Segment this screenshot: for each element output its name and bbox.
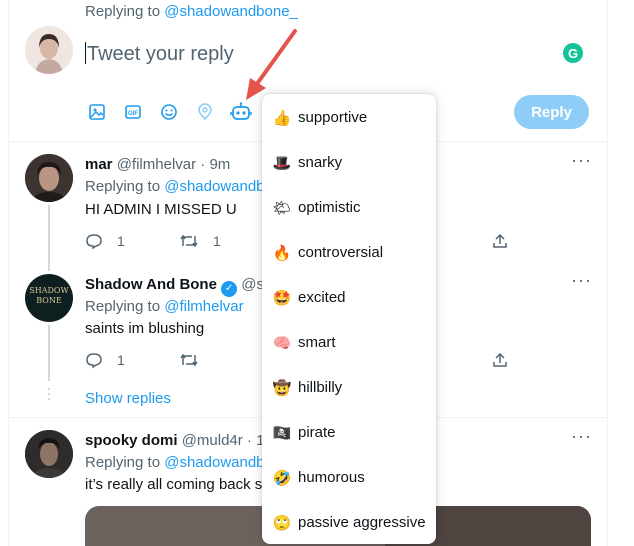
rofl-icon: 🤣 [272, 469, 292, 487]
thumbs-up-icon: 👍 [272, 109, 292, 127]
tone-label: snarky [298, 154, 343, 171]
tweet-text: it’s really all coming back s [85, 476, 263, 493]
more-options-icon[interactable]: ··· [571, 150, 592, 171]
gif-icon[interactable]: GIF [121, 100, 145, 124]
composer-avatar[interactable] [25, 26, 73, 74]
text-caret [85, 42, 86, 64]
more-options-icon[interactable]: ··· [571, 270, 592, 291]
tone-option-humorous[interactable]: 🤣 humorous [262, 455, 436, 500]
grammarly-icon[interactable]: G [563, 43, 583, 63]
location-icon[interactable] [193, 100, 217, 124]
tone-label: passive aggressive [298, 514, 426, 531]
replying-to-handle[interactable]: @filmhelvar [164, 298, 243, 315]
fire-icon: 🔥 [272, 244, 292, 262]
replying-to-handle[interactable]: @shadowandb [164, 454, 264, 471]
share-icon [493, 233, 507, 248]
retweet-action[interactable] [179, 351, 199, 369]
tweet-avatar-mar[interactable] [25, 154, 73, 202]
brain-icon: 🧠 [272, 334, 292, 352]
emoji-icon[interactable] [157, 100, 181, 124]
author-handle[interactable]: @muld4r · 1 [182, 432, 265, 449]
replying-to-label: Replying to [85, 298, 161, 315]
eye-roll-icon: 🙄 [272, 514, 292, 532]
author-name[interactable]: mar [85, 156, 113, 173]
tweet-header: mar @filmhelvar · 9m [85, 156, 230, 173]
author-name[interactable]: spooky domi [85, 432, 178, 449]
sun-cloud-icon: 🌤 [272, 199, 292, 217]
avatar-portrait [25, 26, 73, 74]
share-action[interactable] [491, 232, 509, 250]
tone-label: humorous [298, 469, 365, 486]
tone-label: pirate [298, 424, 336, 441]
tone-label: supportive [298, 109, 368, 126]
reply-button[interactable]: Reply [514, 95, 589, 129]
tone-option-supportive[interactable]: 👍 supportive [262, 95, 436, 140]
show-replies-link[interactable]: Show replies [85, 390, 171, 407]
reply-action[interactable]: 1 [85, 351, 125, 369]
retweet-icon [180, 234, 198, 248]
reply-count: 1 [117, 352, 125, 368]
replying-to-label: Replying to [85, 3, 161, 20]
tone-label: controversial [298, 244, 384, 261]
more-options-icon[interactable]: ··· [571, 426, 592, 447]
verified-badge-icon: ✓ [221, 281, 238, 297]
reply-action[interactable]: 1 [85, 232, 125, 250]
author-name[interactable]: Shadow And Bone [85, 276, 217, 293]
tone-menu: 👍 supportive 🎩 snarky 🌤 optimistic 🔥 controv… [262, 94, 436, 544]
tone-option-hillbilly[interactable]: 🤠 hillbilly [262, 365, 436, 410]
tone-option-pirate[interactable]: 🏴‍☠️ pirate [262, 410, 436, 455]
replying-to-handle[interactable]: @shadowandbone_ [164, 3, 298, 20]
avatar-portrait [25, 430, 73, 478]
tweet-avatar-shadow-and-bone[interactable]: SHADOW BONE [25, 274, 73, 322]
replying-to-label: Replying to [85, 178, 161, 195]
tweet-avatar-spooky-domi[interactable] [25, 430, 73, 478]
tweet-time[interactable]: · 9m [200, 156, 230, 173]
reply-icon [86, 353, 102, 369]
tone-option-smart[interactable]: 🧠 smart [262, 320, 436, 365]
retweet-icon [180, 353, 198, 367]
tone-label: hillbilly [298, 379, 343, 396]
svg-text:GIF: GIF [128, 111, 138, 117]
reply-icon [86, 234, 102, 250]
tone-label: smart [298, 334, 336, 351]
avatar-portrait [25, 154, 73, 202]
tweet-text: HI ADMIN I MISSED U [85, 201, 237, 218]
share-action[interactable] [491, 351, 509, 369]
share-icon [493, 352, 507, 367]
tweet-replying-to: Replying to @shadowandb [85, 178, 265, 195]
tone-label: optimistic [298, 199, 361, 216]
pirate-flag-icon: 🏴‍☠️ [272, 424, 292, 442]
replying-to-handle[interactable]: @shadowandb [164, 178, 264, 195]
tweet-header: Shadow And Bone ✓ @s [85, 276, 264, 297]
thread-dots [47, 386, 51, 410]
tone-option-excited[interactable]: 🤩 excited [262, 275, 436, 320]
tone-option-controversial[interactable]: 🔥 controversial [262, 230, 436, 275]
image-icon[interactable] [85, 100, 109, 124]
thread-line [48, 325, 50, 381]
composer-replying-to: Replying to @shadowandbone_ [85, 3, 298, 20]
tweet-header: spooky domi @muld4r · 1 [85, 432, 264, 449]
retweet-action[interactable]: 1 [179, 232, 221, 250]
author-handle[interactable]: @s [241, 276, 264, 293]
author-handle[interactable]: @filmhelvar [117, 156, 196, 173]
tweet-replying-to: Replying to @shadowandb [85, 454, 265, 471]
retweet-count: 1 [213, 233, 221, 249]
cowboy-icon: 🤠 [272, 379, 292, 397]
top-hat-icon: 🎩 [272, 154, 292, 172]
reply-count: 1 [117, 233, 125, 249]
reply-placeholder: Tweet your reply [87, 43, 234, 65]
star-struck-icon: 🤩 [272, 289, 292, 307]
thread-line [48, 205, 50, 271]
avatar-logo-text: SHADOW BONE [29, 286, 69, 305]
tone-option-passive-aggressive[interactable]: 🙄 passive aggressive [262, 500, 436, 545]
replying-to-label: Replying to [85, 454, 161, 471]
tone-label: excited [298, 289, 346, 306]
tweet-replying-to: Replying to @filmhelvar [85, 298, 244, 315]
tweet-text: saints im blushing [85, 320, 205, 337]
tone-option-snarky[interactable]: 🎩 snarky [262, 140, 436, 185]
tone-option-optimistic[interactable]: 🌤 optimistic [262, 185, 436, 230]
